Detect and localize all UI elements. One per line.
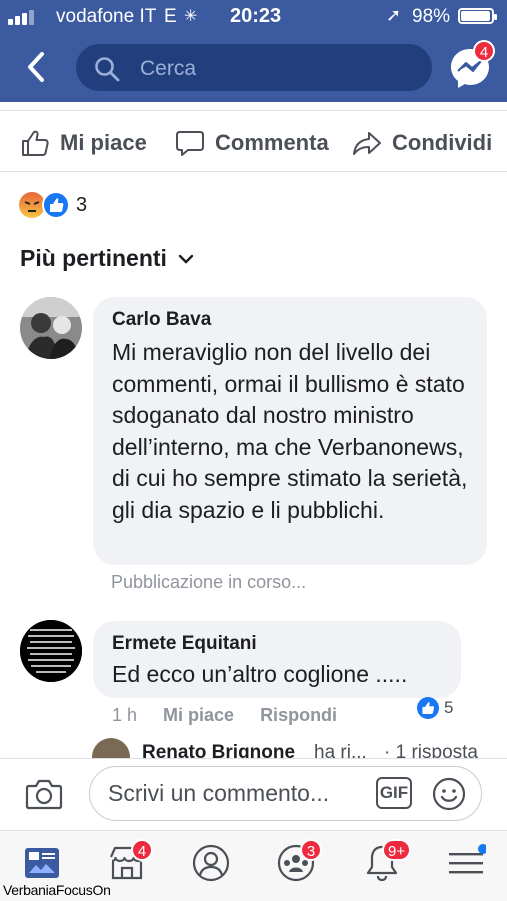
camera-icon[interactable] (25, 778, 63, 810)
chevron-left-icon (28, 52, 44, 82)
like-button[interactable]: Mi piace (20, 128, 147, 158)
battery-percent: 98% (412, 6, 451, 27)
post-actions: Mi piace Commenta Condividi (0, 118, 507, 168)
status-bar: vodafone IT E ✳ 20:23 ➚ 98% (0, 0, 507, 32)
comment-time: 1 h (112, 705, 138, 725)
back-button[interactable] (22, 50, 52, 84)
notifications-badge: 9+ (382, 839, 412, 861)
news-feed-icon (25, 848, 59, 878)
comment-input[interactable]: Scrivi un commento... GIF (89, 766, 482, 821)
profile-photo (20, 297, 82, 359)
profile-icon (192, 844, 230, 882)
battery-icon (458, 8, 497, 24)
gif-button[interactable]: GIF (376, 777, 412, 809)
comment-text: Mi meraviglio non del livello dei commen… (112, 339, 468, 523)
location-arrow-icon: ➚ (386, 5, 402, 25)
reply-count: · 1 risposta (384, 742, 478, 758)
like-reaction-icon (42, 191, 70, 219)
watermark: VerbaniaFocusOn (3, 882, 111, 898)
reactions-summary[interactable]: 3 (18, 191, 87, 219)
profile-photo (20, 620, 82, 682)
top-bar: vodafone IT E ✳ 20:23 ➚ 98% Cerca 4 (0, 0, 507, 102)
gif-label: GIF (379, 783, 409, 802)
divider (0, 110, 507, 111)
comment-like-count[interactable]: 5 (416, 696, 453, 720)
comment-placeholder: Scrivi un commento... (108, 780, 330, 806)
like-reaction-icon (417, 697, 439, 719)
comment-composer: Scrivi un commento... GIF (0, 758, 507, 830)
thumbs-up-icon (22, 130, 49, 156)
like-label: Mi piace (60, 130, 147, 155)
comment-author[interactable]: Carlo Bava (112, 309, 211, 331)
carrier-name: vodafone IT (56, 6, 157, 27)
comment-author[interactable]: Ermete Equitani (112, 633, 257, 655)
divider (0, 758, 507, 759)
search-input[interactable]: Cerca (76, 44, 432, 91)
comment-like-link[interactable]: Mi piace (163, 705, 234, 726)
groups-badge: 3 (300, 839, 322, 861)
comment-text: Ed ecco un’altro coglione ..... (112, 661, 408, 687)
reply-author: Renato Brignone (142, 742, 296, 758)
comment-label: Commenta (215, 130, 329, 155)
comment-icon (176, 131, 204, 156)
reply-action: ha ri... (314, 742, 367, 758)
share-button[interactable]: Condividi (352, 128, 492, 158)
search-icon (95, 57, 120, 82)
clock: 20:23 (230, 5, 282, 27)
loading-spinner-icon: ✳ (184, 8, 198, 25)
comment-button[interactable]: Commenta (175, 128, 329, 158)
comment-bubble[interactable]: Carlo Bava Mi meraviglio non del livello… (93, 297, 487, 565)
comment-bubble[interactable]: Ermete Equitani Ed ecco un’altro coglion… (93, 621, 461, 698)
avatar[interactable] (20, 620, 82, 682)
share-arrow-icon (353, 132, 381, 155)
tab-marketplace[interactable]: 4 (107, 839, 153, 888)
share-label: Condividi (392, 130, 493, 155)
comment-sort-dropdown[interactable]: Più pertinenti (20, 245, 195, 272)
messenger-button[interactable]: 4 (447, 40, 495, 90)
signal-strength-icon (8, 10, 34, 25)
marketplace-badge: 4 (131, 839, 153, 861)
tab-profile[interactable] (191, 843, 231, 888)
comment-reply-link[interactable]: Rispondi (260, 705, 337, 726)
like-count-value: 5 (444, 698, 454, 717)
sort-label: Più pertinenti (20, 245, 167, 271)
tab-groups[interactable]: 3 (276, 839, 322, 888)
tab-menu[interactable] (446, 843, 488, 888)
reaction-count: 3 (76, 193, 88, 216)
avatar (92, 738, 130, 758)
smiley-icon[interactable] (432, 777, 466, 811)
avatar[interactable] (20, 297, 82, 359)
network-type: E (164, 6, 177, 27)
comment-status: Pubblicazione in corso... (111, 572, 307, 592)
search-placeholder: Cerca (140, 57, 197, 80)
battery-fill (461, 11, 491, 21)
comment-meta: 1 h Mi piace Rispondi (112, 705, 337, 726)
tab-notifications[interactable]: 9+ (362, 839, 412, 888)
divider (0, 171, 507, 172)
reply-preview[interactable]: Renato Brignone ha ri... · 1 risposta (92, 738, 507, 758)
chevron-down-icon (178, 254, 194, 264)
hamburger-menu-icon (449, 844, 488, 874)
messenger-badge: 4 (473, 40, 495, 62)
